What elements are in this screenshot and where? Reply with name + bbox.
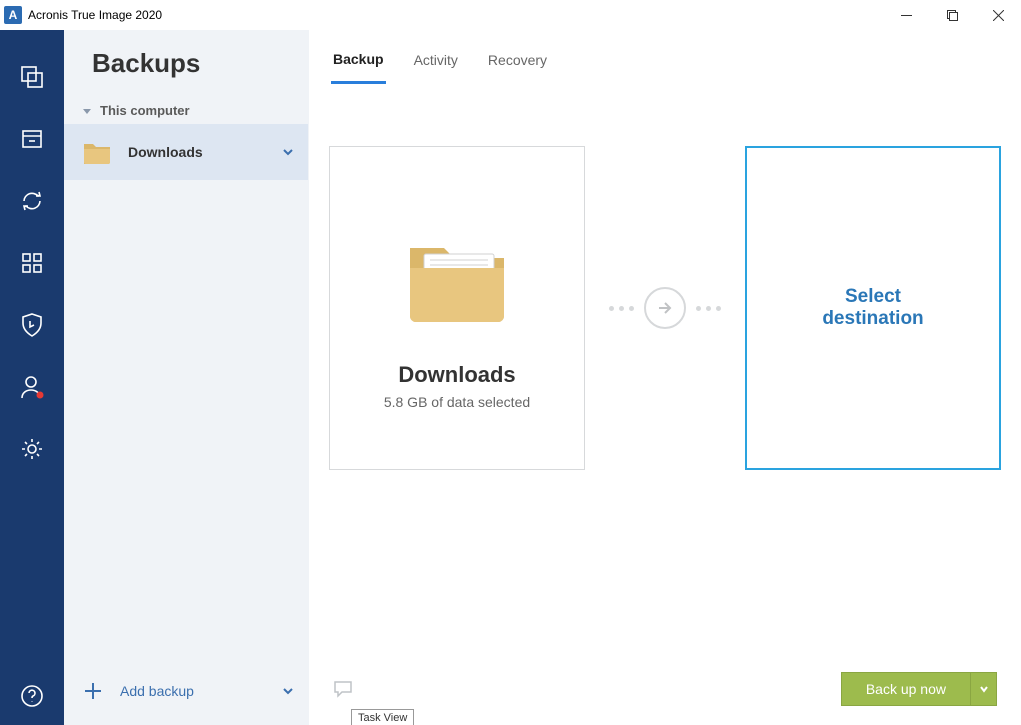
source-subtitle: 5.8 GB of data selected bbox=[384, 394, 530, 410]
nav-tools-icon[interactable] bbox=[0, 232, 64, 294]
task-view-tooltip: Task View bbox=[351, 709, 414, 725]
back-up-now-dropdown[interactable] bbox=[970, 673, 996, 705]
tree-group-header[interactable]: This computer bbox=[64, 97, 308, 124]
comment-icon[interactable] bbox=[333, 680, 353, 698]
nav-rail bbox=[0, 30, 64, 725]
backup-item-downloads[interactable]: Downloads bbox=[64, 124, 308, 180]
back-up-now-label: Back up now bbox=[842, 673, 970, 705]
sidebar: Backups This computer Downloads Add back… bbox=[64, 30, 309, 725]
folder-icon bbox=[82, 140, 112, 164]
nav-account-icon[interactable] bbox=[0, 356, 64, 418]
maximize-button[interactable] bbox=[929, 0, 975, 30]
backup-stage: Downloads 5.8 GB of data selected Select… bbox=[309, 86, 1021, 490]
plus-icon bbox=[84, 682, 102, 700]
window-title: Acronis True Image 2020 bbox=[28, 8, 162, 22]
tree-group-label: This computer bbox=[100, 103, 190, 118]
chevron-down-icon[interactable] bbox=[282, 146, 294, 158]
nav-settings-icon[interactable] bbox=[0, 418, 64, 480]
backup-destination-card[interactable]: Select destination bbox=[745, 146, 1001, 470]
nav-archive-icon[interactable] bbox=[0, 108, 64, 170]
dots-left-icon bbox=[609, 306, 634, 311]
folder-icon bbox=[402, 236, 512, 326]
source-title: Downloads bbox=[398, 362, 515, 388]
tab-activity[interactable]: Activity bbox=[412, 34, 460, 82]
backup-item-label: Downloads bbox=[128, 144, 282, 160]
minimize-button[interactable] bbox=[883, 0, 929, 30]
add-backup-label: Add backup bbox=[120, 683, 282, 699]
direction-arrow bbox=[609, 287, 721, 329]
back-up-now-button[interactable]: Back up now bbox=[841, 672, 997, 706]
destination-label-line1: Select bbox=[845, 286, 901, 308]
tab-backup[interactable]: Backup bbox=[331, 33, 386, 84]
tabs: Backup Activity Recovery bbox=[309, 30, 1021, 86]
chevron-down-icon[interactable] bbox=[282, 685, 294, 697]
destination-label-line2: destination bbox=[822, 308, 923, 330]
close-button[interactable] bbox=[975, 0, 1021, 30]
dots-right-icon bbox=[696, 306, 721, 311]
nav-help-icon[interactable] bbox=[0, 667, 64, 725]
chevron-down-icon bbox=[82, 106, 92, 116]
nav-backup-icon[interactable] bbox=[0, 46, 64, 108]
nav-sync-icon[interactable] bbox=[0, 170, 64, 232]
content-footer: Back up now bbox=[309, 669, 1021, 725]
app-icon: A bbox=[4, 6, 22, 24]
nav-protection-icon[interactable] bbox=[0, 294, 64, 356]
titlebar: A Acronis True Image 2020 bbox=[0, 0, 1021, 30]
backup-source-card[interactable]: Downloads 5.8 GB of data selected bbox=[329, 146, 585, 470]
tab-recovery[interactable]: Recovery bbox=[486, 34, 549, 82]
add-backup-button[interactable]: Add backup bbox=[64, 673, 308, 725]
sidebar-title: Backups bbox=[64, 30, 308, 97]
content: Backup Activity Recovery Downloads 5.8 G… bbox=[309, 30, 1021, 725]
arrow-right-icon bbox=[644, 287, 686, 329]
